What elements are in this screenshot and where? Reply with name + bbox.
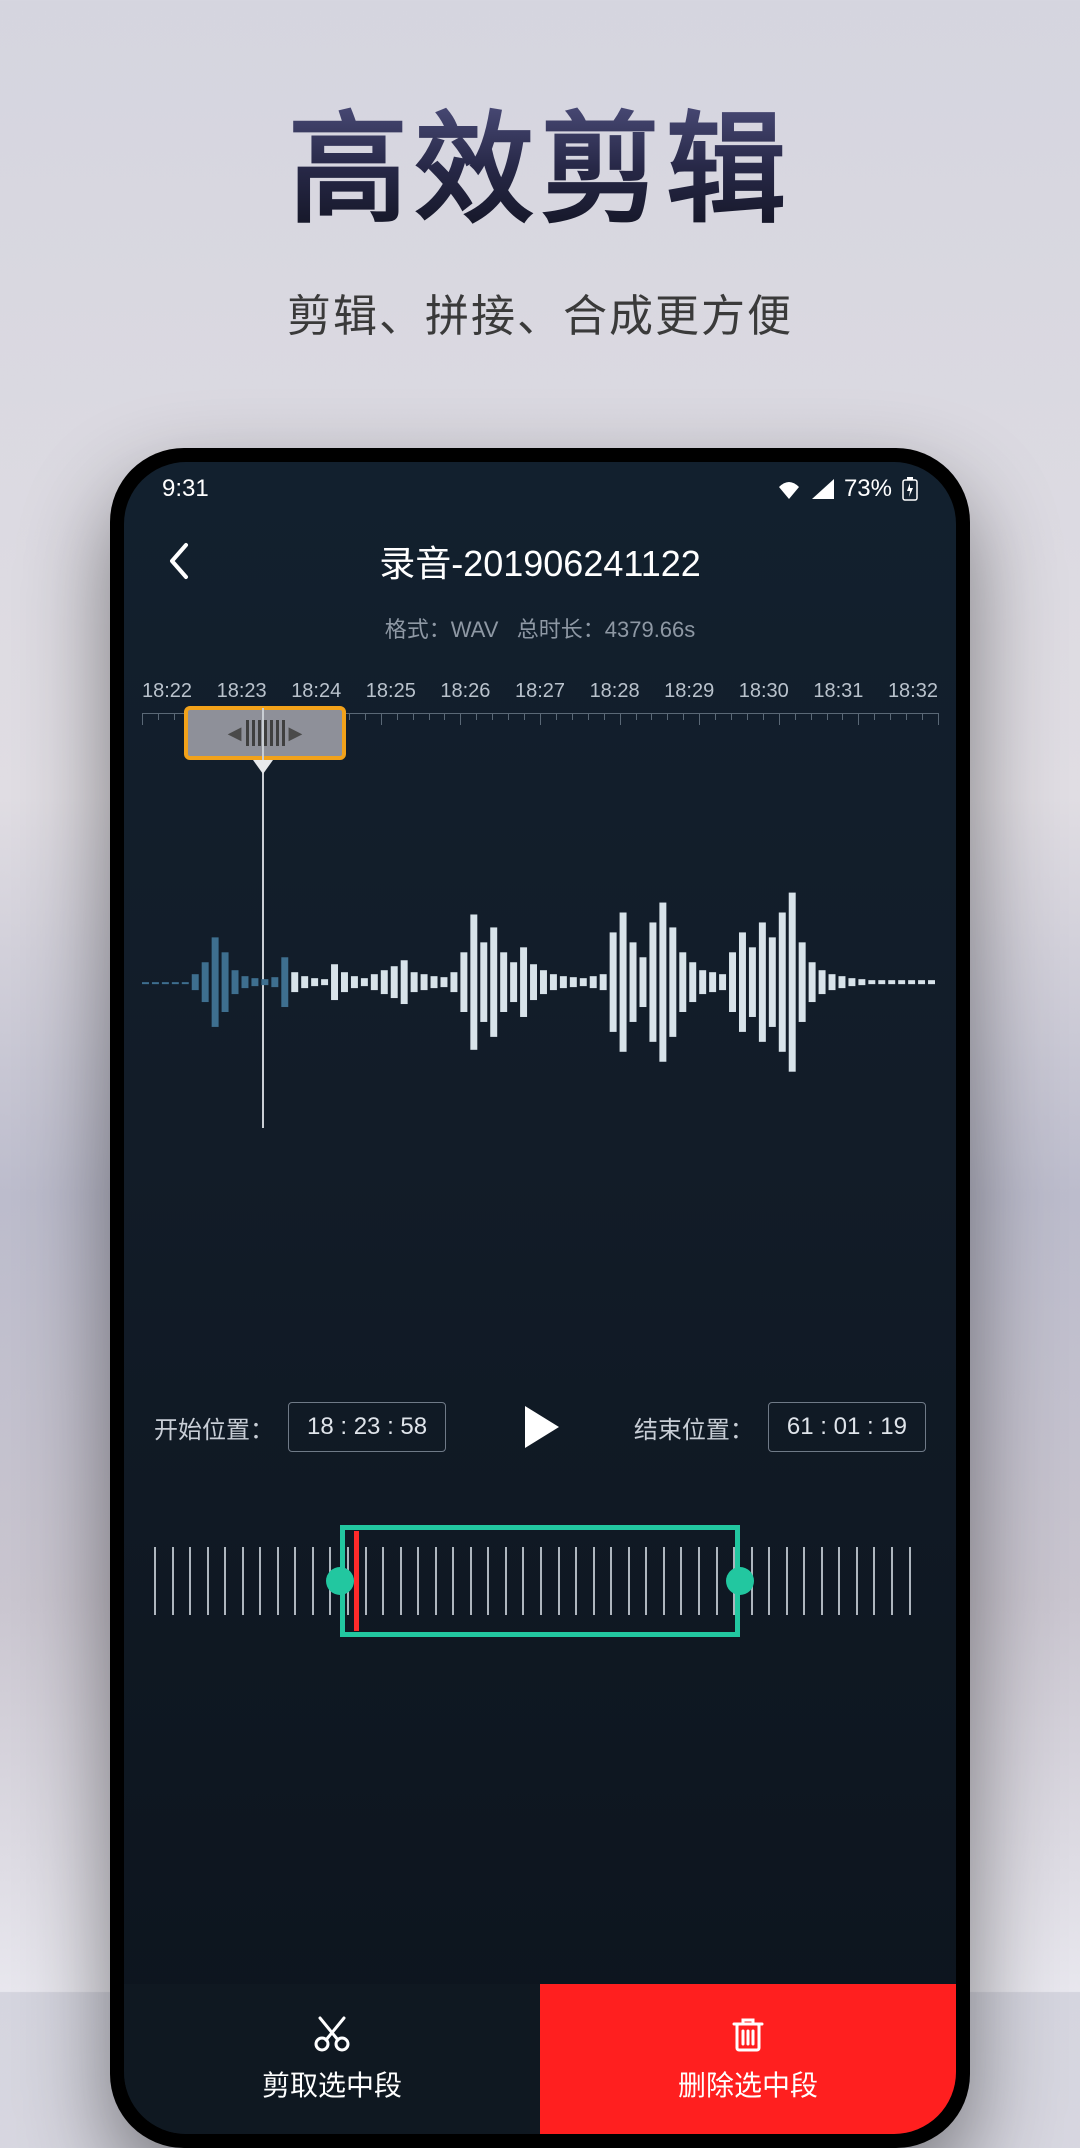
bottom-actions: 剪取选中段 删除选中段 [124, 1984, 956, 2134]
wifi-icon [776, 479, 802, 499]
delete-label: 删除选中段 [678, 2064, 818, 2104]
battery-percent: 73% [844, 475, 892, 503]
range-selector[interactable] [154, 1521, 926, 1641]
timeline-ticks: 18:2218:2318:2418:2518:2618:2718:2818:29… [142, 680, 938, 703]
format-value: WAV [451, 617, 499, 642]
play-icon [513, 1400, 567, 1454]
status-bar: 9:31 73% [124, 462, 956, 516]
controls-row: 开始位置： 18 : 23 : 58 结束位置： 61 : 01 : 19 [124, 1393, 956, 1461]
start-position-group: 开始位置： 18 : 23 : 58 [154, 1402, 446, 1452]
range-cursor[interactable] [354, 1531, 359, 1631]
format-label: 格式： [385, 617, 451, 642]
end-position-group: 结束位置： 61 : 01 : 19 [634, 1402, 926, 1452]
scrub-handle[interactable]: ◀ ▶ [184, 706, 346, 760]
nav-bar: 录音-201906241122 [124, 516, 956, 606]
trash-icon [728, 2014, 768, 2054]
delete-selection-button[interactable]: 删除选中段 [540, 1984, 956, 2134]
arrow-right-icon: ▶ [289, 723, 303, 744]
cut-label: 剪取选中段 [262, 2064, 402, 2104]
page-title: 录音-201906241122 [124, 535, 956, 587]
duration-label: 总时长： [517, 617, 605, 642]
waveform-svg [142, 813, 938, 1151]
status-time: 9:31 [162, 475, 209, 503]
meta-info: 格式：WAV 总时长：4379.66s [124, 612, 956, 644]
timeline[interactable]: 18:2218:2318:2418:2518:2618:2718:2818:29… [124, 680, 956, 1153]
scissors-icon [312, 2014, 352, 2054]
status-icons: 73% [776, 475, 918, 503]
cut-selection-button[interactable]: 剪取选中段 [124, 1984, 540, 2134]
range-end-handle[interactable] [726, 1567, 754, 1595]
play-button[interactable] [506, 1393, 574, 1461]
grip-icon [246, 720, 285, 746]
signal-icon [812, 479, 834, 499]
battery-icon [902, 477, 918, 501]
duration-value: 4379.66s [605, 617, 696, 642]
start-label: 开始位置： [154, 1410, 274, 1445]
waveform[interactable] [142, 813, 938, 1153]
phone-screen: 9:31 73% 录音-201906241122 格式：WAV 总时长：4379… [124, 462, 956, 2134]
phone-frame: 9:31 73% 录音-201906241122 格式：WAV 总时长：4379… [110, 448, 970, 2148]
arrow-left-icon: ◀ [228, 723, 242, 744]
start-position-input[interactable]: 18 : 23 : 58 [288, 1402, 446, 1452]
hero-title: 高效剪辑 [0, 72, 1080, 246]
end-position-input[interactable]: 61 : 01 : 19 [768, 1402, 926, 1452]
range-start-handle[interactable] [326, 1567, 354, 1595]
range-box[interactable] [340, 1525, 740, 1637]
end-label: 结束位置： [634, 1410, 754, 1445]
hero-subtitle: 剪辑、拼接、合成更方便 [0, 280, 1080, 344]
